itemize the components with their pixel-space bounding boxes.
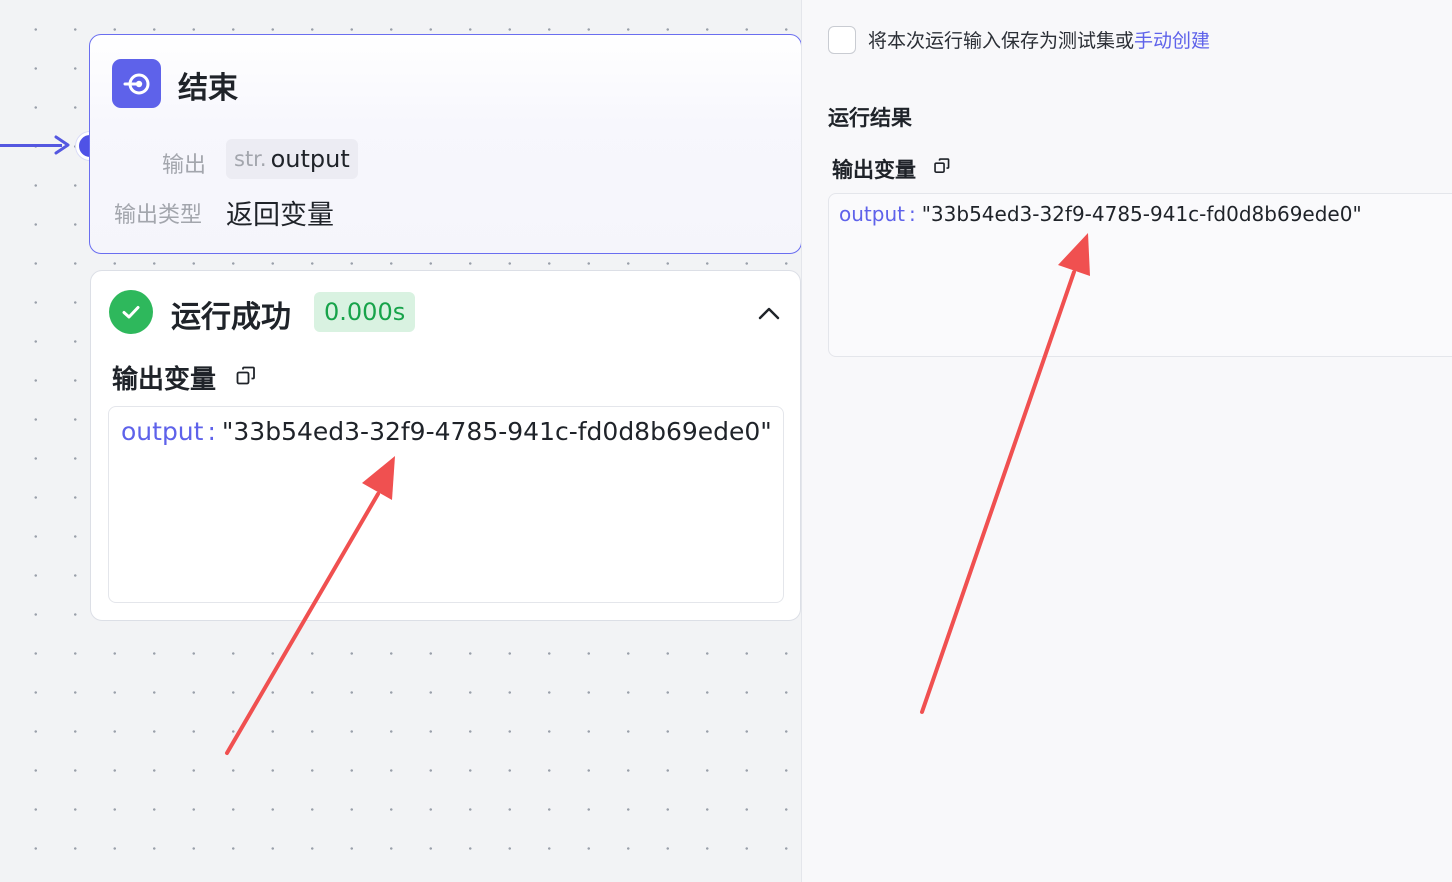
output-colon: : <box>207 417 216 446</box>
output-key: output <box>839 202 905 226</box>
variable-type: str. <box>234 147 267 171</box>
run-panel: 将本次运行输入保存为测试集或手动创建 运行结果 输出变量 output: "33b… <box>802 0 1452 882</box>
copy-icon[interactable] <box>933 157 951 175</box>
output-value: "33b54ed3-32f9-4785-941c-fd0d8b69ede0" <box>221 417 772 446</box>
run-result-title: 运行结果 <box>828 106 912 130</box>
output-variable-chip: str. output <box>226 139 358 179</box>
manual-create-link[interactable]: 手动创建 <box>1134 30 1210 52</box>
run-result-card: 运行成功 0.000s 输出变量 output: "33b54ed3-32f9-4… <box>90 270 801 621</box>
output-label: 输出 <box>162 153 207 178</box>
output-type-label: 输出类型 <box>114 203 203 228</box>
end-node-icon <box>112 59 161 108</box>
output-key: output <box>121 417 204 446</box>
end-node-card[interactable]: 结束 输出 str. output 输出类型 返回变量 <box>89 34 801 254</box>
variable-name: output <box>270 145 350 173</box>
output-colon: : <box>908 202 916 226</box>
collapse-button[interactable] <box>753 297 785 329</box>
save-as-testset-text: 将本次运行输入保存为测试集或 <box>868 30 1135 52</box>
chevron-up-icon <box>758 307 780 320</box>
output-value: "33b54ed3-32f9-4785-941c-fd0d8b69ede0" <box>921 202 1362 226</box>
success-check-icon <box>109 290 153 334</box>
output-variables-box: output: "33b54ed3-32f9-4785-941c-fd0d8b69… <box>108 406 784 603</box>
end-node-title: 结束 <box>178 71 238 106</box>
output-type-value: 返回变量 <box>226 200 334 231</box>
save-as-testset-label: 将本次运行输入保存为测试集或手动创建 <box>868 26 1210 53</box>
run-status-text: 运行成功 <box>171 300 291 335</box>
output-variables-title: 输出变量 <box>832 158 916 182</box>
copy-icon[interactable] <box>235 365 257 387</box>
workflow-canvas[interactable]: 结束 输出 str. output 输出类型 返回变量 运行成功 0.000s … <box>0 0 802 882</box>
edge-arrowhead-icon <box>54 135 70 155</box>
duration-badge: 0.000s <box>314 292 416 332</box>
output-variables-box: output: "33b54ed3-32f9-4785-941c-fd0d8b69… <box>828 193 1452 357</box>
output-variables-title: 输出变量 <box>112 365 217 395</box>
save-as-testset-checkbox[interactable] <box>828 26 856 54</box>
